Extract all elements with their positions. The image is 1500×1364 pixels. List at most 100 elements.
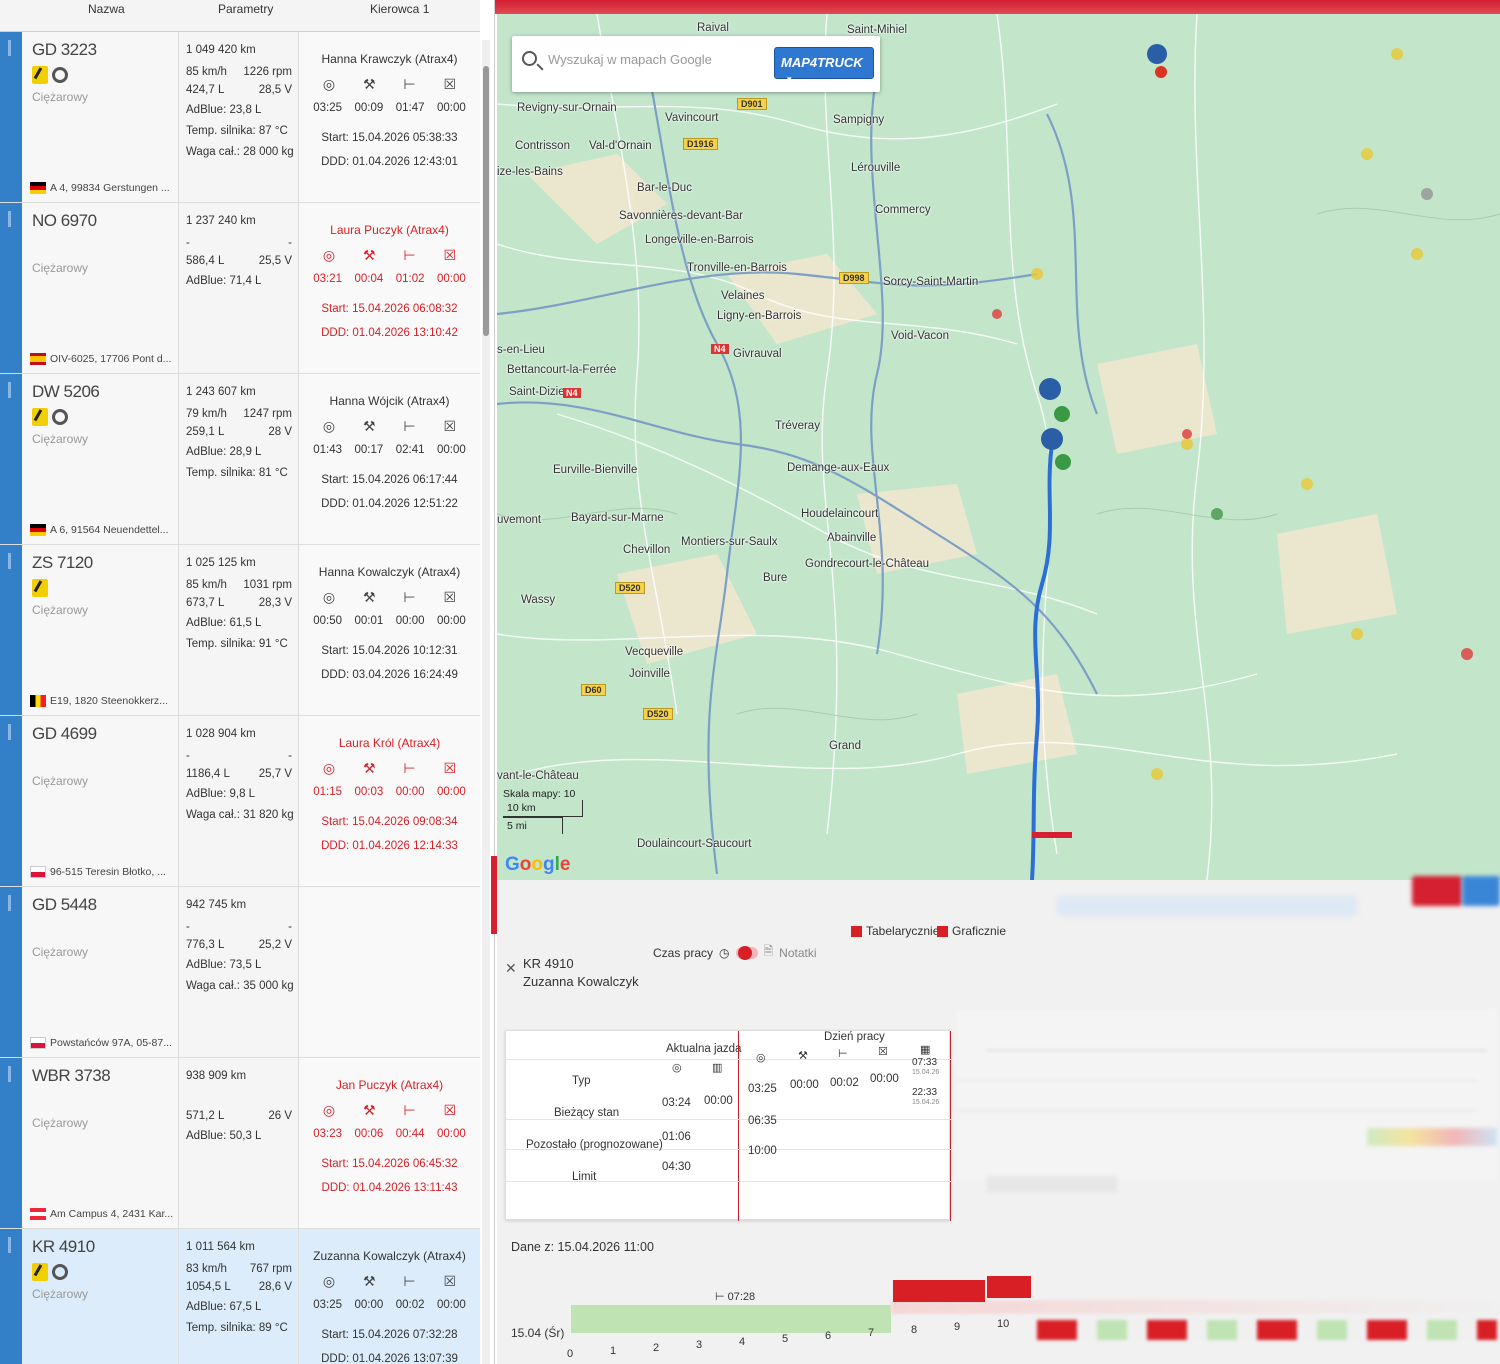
steering-icon: ◎	[322, 589, 336, 605]
vehicle-name-cell[interactable]: NO 6970 Ciężarowy OIV-6025, 17706 Pont d..…	[22, 203, 179, 373]
search-icon[interactable]	[522, 51, 537, 66]
tab-graph-label: Graficznie	[952, 924, 1007, 938]
top-accent-bar	[490, 0, 1500, 14]
bed-icon: ⊢	[403, 1102, 416, 1118]
map-provider-button[interactable]: MAP4TRUCK ▾	[774, 47, 874, 84]
driver-cell[interactable]: Laura Puczyk (Atrax4) ◎ ⚒ ⊢ ☒ 03:21 00:04 01:02…	[299, 203, 480, 373]
driver-time-t1: 03:23	[313, 1128, 343, 1140]
speed: 83 km/h	[186, 1263, 227, 1275]
ddd-download: DDD: 03.04.2026 16:24:49	[321, 669, 458, 681]
tab-graph[interactable]: Graficznie	[937, 924, 1006, 938]
vehicle-name-cell[interactable]: GD 4699 Ciężarowy 96-515 Teresin Błotko, .…	[22, 716, 179, 886]
worktime-toggle[interactable]	[735, 945, 758, 960]
vehicle-params-cell: 938 909 km 571,2 L 26 V AdBlue: 50,3 L	[179, 1058, 299, 1228]
vehicle-location: A 4, 99834 Gerstungen ...	[30, 182, 180, 194]
close-icon[interactable]: ✕	[505, 960, 517, 977]
vehicle-location: Powstańców 97A, 05-87...	[30, 1037, 180, 1049]
driver-cell[interactable]: Hanna Krawczyk (Atrax4) ◎ ⚒ ⊢ ☒ 03:25 00:09 01:…	[299, 32, 480, 202]
tab-table[interactable]: Tabelarycznie	[851, 924, 939, 938]
driver-cell[interactable]: Hanna Kowalczyk (Atrax4) ◎ ⚒ ⊢ ☒ 00:50 00:01 00…	[299, 545, 480, 715]
vehicle-name-cell[interactable]: ZS 7120 Ciężarowy E19, 1820 Steenokkerz...	[22, 545, 179, 715]
odometer: 938 909 km	[186, 1070, 247, 1082]
map-place-label: Vavincourt	[665, 112, 719, 124]
road-shield-n4-west: N4	[563, 388, 581, 398]
day-start-time: 07:33	[912, 1057, 938, 1068]
driver-time-t2: 00:04	[354, 273, 384, 285]
vehicle-extra-param: AdBlue: 23,8 L	[186, 104, 262, 116]
engine-rpm: -	[288, 750, 292, 762]
map-place-label: Longeville-en-Barrois	[645, 234, 754, 246]
driver-time-t4: 00:00	[436, 1299, 466, 1311]
column-header-params[interactable]: Parametry	[218, 2, 273, 16]
bed-icon: ⊢	[403, 76, 416, 92]
day-end-date: 15.04.26	[912, 1099, 940, 1106]
road-shield-d520-south: D520	[643, 708, 673, 720]
vehicle-row[interactable]: NO 6970 Ciężarowy OIV-6025, 17706 Pont d..…	[0, 203, 480, 374]
vehicle-name-cell[interactable]: GD 3223 Ciężarowy A 4, 99834 Gerstungen ..…	[22, 32, 179, 202]
vehicle-list-scrollbar[interactable]	[482, 40, 490, 1364]
table-checkbox[interactable]	[851, 925, 862, 937]
scrollbar-thumb[interactable]	[483, 66, 489, 336]
worktime-table: Aktualna jazda Dzień pracy Typ Bieżący s…	[505, 1030, 951, 1221]
timeline-hour-tick: 9	[954, 1321, 961, 1333]
vehicle-location: 96-515 Teresin Błotko, ...	[30, 866, 180, 878]
fuel-level: 776,3 L	[186, 939, 225, 951]
vehicle-row[interactable]: ZS 7120 Ciężarowy E19, 1820 Steenokkerz...…	[0, 545, 480, 716]
blurred-red-button[interactable]	[1412, 876, 1462, 906]
map-place-label: Saint-Mihiel	[847, 24, 908, 36]
notes-icon[interactable]: 🗎	[764, 942, 774, 963]
vehicle-plate: GD 3223	[32, 40, 97, 59]
column-header-name[interactable]: Nazwa	[88, 2, 125, 16]
driver-cell[interactable]	[299, 887, 480, 1057]
vehicle-plate: GD 5448	[32, 895, 97, 914]
vehicle-row[interactable]: GD 5448 Ciężarowy Powstańców 97A, 05-87...…	[0, 887, 480, 1058]
vehicle-extra-param: AdBlue: 9,8 L	[186, 788, 256, 800]
vehicle-name-cell[interactable]: KR 4910 Ciężarowy	[22, 1229, 179, 1364]
driver-cell[interactable]: Jan Puczyk (Atrax4) ◎ ⚒ ⊢ ☒ 03:23 00:06 00:44 00…	[299, 1058, 480, 1228]
driver-time-t2: 00:09	[354, 102, 384, 114]
calendar-icon: ▦	[920, 1044, 931, 1056]
steering-icon: ◎	[322, 1273, 336, 1289]
vehicle-type: Ciężarowy	[32, 1287, 89, 1301]
timeline-hour-tick: 5	[782, 1333, 789, 1345]
vehicle-location-text: E19, 1820 Steenokkerz...	[50, 695, 168, 707]
graph-checkbox[interactable]	[937, 925, 948, 937]
vehicle-row[interactable]: KR 4910 Ciężarowy 1 011 564 km 83 km/h 767 r…	[0, 1229, 480, 1364]
row-status-tick	[8, 724, 11, 740]
driver-cell[interactable]: Hanna Wójcik (Atrax4) ◎ ⚒ ⊢ ☒ 01:43 00:17 02:41…	[299, 374, 480, 544]
notes-label[interactable]: Notatki	[779, 946, 816, 960]
vehicle-row[interactable]: DW 5206 Ciężarowy A 6, 91564 Neuendettel..…	[0, 374, 480, 545]
battery-voltage: 25,2 V	[258, 939, 292, 951]
timeline-drive-block[interactable]	[987, 1276, 1031, 1298]
vehicle-row[interactable]: GD 3223 Ciężarowy A 4, 99834 Gerstungen ..…	[0, 32, 480, 203]
map-place-label: Revigny-sur-Ornain	[517, 102, 617, 114]
vehicle-row[interactable]: WBR 3738 Ciężarowy Am Campus 4, 2431 Kar..…	[0, 1058, 480, 1229]
column-header-driver[interactable]: Kierowca 1	[370, 2, 429, 16]
blurred-blue-button[interactable]	[1462, 876, 1500, 906]
odometer: 1 025 125 km	[186, 557, 256, 569]
vehicle-name-cell[interactable]: GD 5448 Ciężarowy Powstańców 97A, 05-87...	[22, 887, 179, 1057]
ddd-download: DDD: 01.04.2026 13:11:43	[321, 1182, 458, 1194]
bed-icon: ⊢	[403, 589, 416, 605]
country-flag-icon	[30, 353, 46, 365]
tyre-icon	[52, 1264, 68, 1280]
map-place-label: Val-d'Ornain	[589, 140, 652, 152]
timeline-day-label: 15.04 (Śr)	[511, 1326, 565, 1340]
vehicle-row[interactable]: GD 4699 Ciężarowy 96-515 Teresin Błotko, .…	[0, 716, 480, 887]
driver-cell[interactable]: Laura Król (Atrax4) ◎ ⚒ ⊢ ☒ 01:15 00:03 00:00 00…	[299, 716, 480, 886]
vehicle-name-cell[interactable]: DW 5206 Ciężarowy A 6, 91564 Neuendettel..…	[22, 374, 179, 544]
driver-cell[interactable]: Zuzanna Kowalczyk (Atrax4) ◎ ⚒ ⊢ ☒ 03:25 00:00…	[299, 1229, 480, 1364]
vehicle-location-text: OIV-6025, 17706 Pont d...	[50, 353, 172, 365]
driver-time-t2: 00:06	[354, 1128, 384, 1140]
speed: -	[186, 921, 190, 933]
vehicle-status-icons	[32, 408, 68, 426]
row-status-stripe	[0, 1058, 22, 1228]
timeline-drive-block[interactable]	[893, 1280, 985, 1302]
search-input[interactable]: Wyszukaj w mapach Google	[548, 52, 712, 67]
row-status-stripe	[0, 716, 22, 886]
vehicle-plate: NO 6970	[32, 211, 97, 230]
vehicle-plate: WBR 3738	[32, 1066, 111, 1085]
map-view[interactable]: Raival Saint-Mihiel Revigny-sur-Ornain Vavi…	[497, 14, 1500, 880]
vehicle-extra-param: AdBlue: 73,5 L	[186, 959, 262, 971]
vehicle-name-cell[interactable]: WBR 3738 Ciężarowy Am Campus 4, 2431 Kar..…	[22, 1058, 179, 1228]
